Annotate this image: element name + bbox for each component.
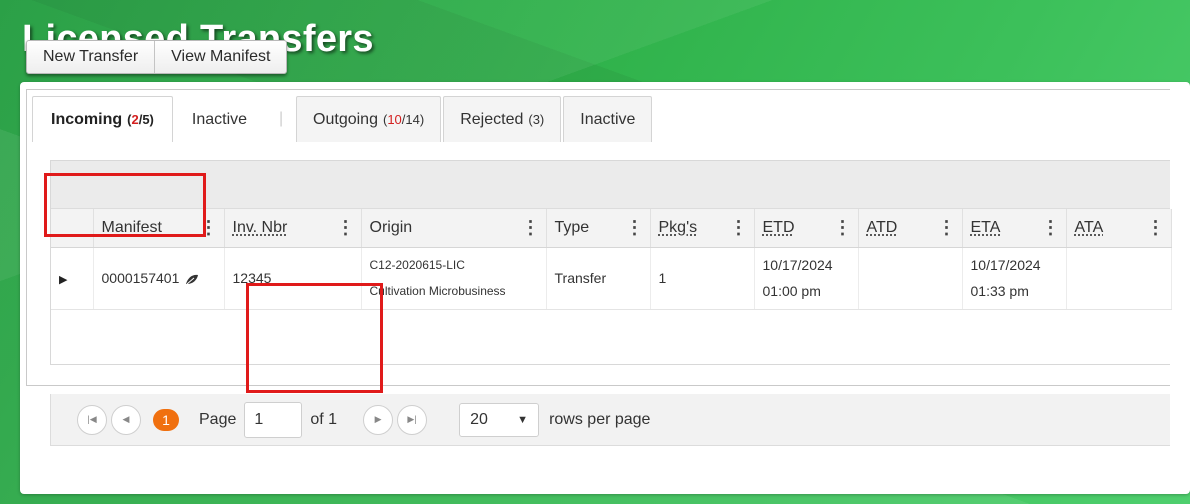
tab-outgoing-label: Outgoing	[313, 110, 378, 128]
page-size-value: 20	[470, 410, 488, 428]
column-menu-icon[interactable]: ⋮	[1042, 217, 1060, 238]
tab-incoming-count: (2/5)	[127, 112, 154, 127]
cell-atd	[858, 247, 963, 310]
tab-outgoing[interactable]: Outgoing (10/14)	[296, 96, 442, 142]
column-menu-icon[interactable]: ⋮	[938, 217, 956, 238]
tab-bar: Incoming (2/5) Inactive | Outgoing (10/1…	[32, 96, 654, 142]
tab-rejected[interactable]: Rejected (3)	[443, 96, 562, 142]
header-eta[interactable]: ETA ⋮	[962, 209, 1067, 248]
column-menu-icon[interactable]: ⋮	[626, 217, 644, 238]
tab-incoming-inactive[interactable]: Inactive	[175, 96, 264, 142]
header-pkgs[interactable]: Pkg's ⋮	[650, 209, 755, 248]
tab-incoming-label: Incoming	[51, 110, 123, 128]
table-row[interactable]: ▶ 0000157401 12345 C12-2020615-LIC Cultiv…	[51, 247, 1172, 310]
next-page-icon[interactable]: ▶	[363, 404, 394, 435]
leaf-icon	[186, 274, 199, 285]
column-menu-icon[interactable]: ⋮	[730, 217, 748, 238]
header-type[interactable]: Type ⋮	[546, 209, 651, 248]
tab-outgoing-inactive[interactable]: Inactive	[563, 96, 653, 142]
pager: |◀ ◀ 1 Page of 1 ▶ ▶| 20 ▼ rows per page	[50, 394, 1170, 446]
tab-outgoing-count: (10/14)	[382, 112, 425, 127]
cell-manifest: 0000157401	[93, 247, 225, 310]
table-header-row: Manifest ⋮ Inv. Nbr ⋮ Origin ⋮ Type ⋮ Pkg's ⋮…	[51, 209, 1172, 248]
tab-incoming-inactive-label: Inactive	[191, 110, 248, 128]
view-manifest-button[interactable]: View Manifest	[154, 41, 286, 73]
column-menu-icon[interactable]: ⋮	[337, 217, 355, 238]
header-inv-nbr[interactable]: Inv. Nbr ⋮	[224, 209, 362, 248]
last-page-icon[interactable]: ▶|	[397, 404, 428, 435]
cell-inv-nbr: 12345	[224, 247, 362, 310]
header-ata[interactable]: ATA ⋮	[1066, 209, 1172, 248]
tab-rejected-count: (3)	[528, 112, 545, 127]
tab-separator: |	[278, 110, 284, 127]
column-menu-icon[interactable]: ⋮	[1147, 217, 1165, 238]
toolbar: New Transfer View Manifest	[26, 40, 288, 74]
page-of-label: of 1	[310, 410, 338, 428]
rows-per-page-label: rows per page	[549, 410, 651, 428]
header-etd[interactable]: ETD ⋮	[754, 209, 859, 248]
grid-group-bar	[51, 161, 1170, 209]
header-origin[interactable]: Origin ⋮	[361, 209, 547, 248]
cell-pkgs: 1	[650, 247, 755, 310]
current-page-badge[interactable]: 1	[153, 408, 179, 431]
transfers-grid: Manifest ⋮ Inv. Nbr ⋮ Origin ⋮ Type ⋮ Pkg's ⋮…	[50, 160, 1172, 365]
triangle-right-icon[interactable]: ▶	[59, 274, 67, 286]
header-manifest[interactable]: Manifest ⋮	[93, 209, 225, 248]
tab-incoming[interactable]: Incoming (2/5)	[32, 96, 173, 142]
page-label: Page	[199, 410, 237, 428]
chevron-down-icon: ▼	[517, 413, 529, 426]
transfers-table: Manifest ⋮ Inv. Nbr ⋮ Origin ⋮ Type ⋮ Pkg's ⋮…	[51, 209, 1172, 310]
column-menu-icon[interactable]: ⋮	[522, 217, 540, 238]
cell-expand[interactable]: ▶	[51, 247, 94, 310]
cell-ata	[1066, 247, 1172, 310]
new-transfer-button[interactable]: New Transfer	[27, 41, 154, 73]
prev-page-icon[interactable]: ◀	[111, 404, 141, 435]
tab-outgoing-inactive-label: Inactive	[580, 110, 636, 128]
header-expand	[51, 209, 94, 248]
tab-rejected-label: Rejected	[460, 110, 524, 128]
column-menu-icon[interactable]: ⋮	[834, 217, 852, 238]
cell-origin: C12-2020615-LIC Cultivation Microbusiness	[361, 247, 547, 310]
cell-etd: 10/17/2024 01:00 pm	[754, 247, 859, 310]
page-number-input[interactable]	[244, 401, 303, 438]
cell-eta: 10/17/2024 01:33 pm	[962, 247, 1067, 310]
first-page-icon[interactable]: |◀	[77, 404, 107, 435]
cell-type: Transfer	[546, 247, 651, 310]
header-atd[interactable]: ATD ⋮	[858, 209, 963, 248]
page-size-select[interactable]: 20 ▼	[459, 402, 540, 437]
column-menu-icon[interactable]: ⋮	[200, 217, 218, 238]
